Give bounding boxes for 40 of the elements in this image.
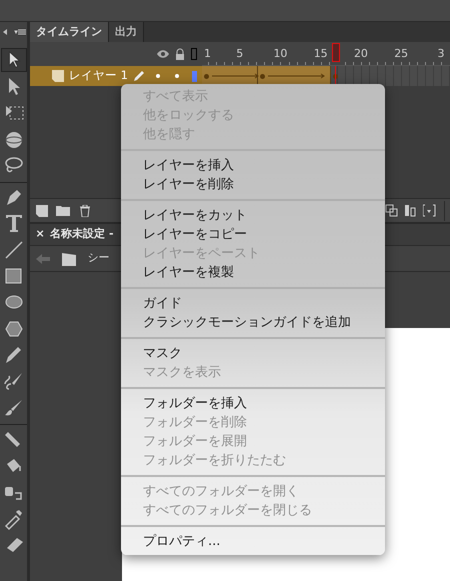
selection-tool-icon[interactable] bbox=[0, 48, 26, 72]
lock-icon[interactable] bbox=[175, 48, 185, 60]
layer-row[interactable]: レイヤー 1 bbox=[30, 66, 202, 86]
menu-item[interactable]: クラシックモーションガイドを追加 bbox=[121, 313, 385, 332]
frame-number: 5 bbox=[236, 46, 244, 62]
frame-number: 25 bbox=[394, 46, 408, 62]
dot-icon[interactable] bbox=[156, 74, 160, 78]
onion-outline-icon[interactable] bbox=[404, 204, 416, 217]
menu-item[interactable]: ガイド bbox=[121, 294, 385, 313]
menu-item[interactable]: プロパティ... bbox=[121, 532, 385, 551]
playhead[interactable] bbox=[332, 43, 340, 62]
frame-number: 10 bbox=[273, 46, 288, 62]
document-tab[interactable]: 名称未設定 - bbox=[50, 226, 114, 243]
frame-number: 3 bbox=[437, 46, 444, 62]
dot-icon[interactable] bbox=[174, 74, 179, 78]
frame-number: 1 bbox=[204, 46, 211, 62]
trash-icon[interactable] bbox=[78, 204, 90, 216]
eye-icon[interactable] bbox=[156, 49, 170, 59]
scene-name[interactable]: シー bbox=[88, 250, 110, 267]
tween-arrow-icon bbox=[266, 73, 326, 79]
menu-item[interactable]: マスク bbox=[121, 344, 385, 363]
close-button[interactable]: × bbox=[36, 226, 45, 243]
menu-item[interactable]: フォルダーを挿入 bbox=[121, 394, 385, 413]
pencil-icon bbox=[132, 70, 145, 82]
panel-tab[interactable]: タイムライン bbox=[30, 22, 109, 42]
edit-frames-icon[interactable] bbox=[422, 204, 436, 217]
frame-number: 15 bbox=[314, 46, 328, 62]
layer-name[interactable]: レイヤー 1 bbox=[69, 67, 128, 85]
new-layer-icon[interactable] bbox=[36, 204, 48, 216]
menu-item[interactable]: レイヤーを複製 bbox=[121, 263, 385, 282]
menu-item[interactable]: レイヤーをカット bbox=[121, 206, 385, 225]
folder-icon[interactable] bbox=[56, 205, 70, 216]
menu-item[interactable]: レイヤーをコピー bbox=[121, 225, 385, 244]
onion-skin-icon[interactable] bbox=[384, 204, 398, 217]
panel-tab[interactable]: 出力 bbox=[109, 22, 144, 42]
frame-number: 20 bbox=[354, 46, 368, 62]
color-swatch-icon[interactable] bbox=[192, 70, 197, 82]
menu-item[interactable]: レイヤーを挿入 bbox=[121, 156, 385, 175]
menu-item[interactable]: レイヤーを削除 bbox=[121, 175, 385, 194]
layer-icon bbox=[52, 70, 64, 82]
